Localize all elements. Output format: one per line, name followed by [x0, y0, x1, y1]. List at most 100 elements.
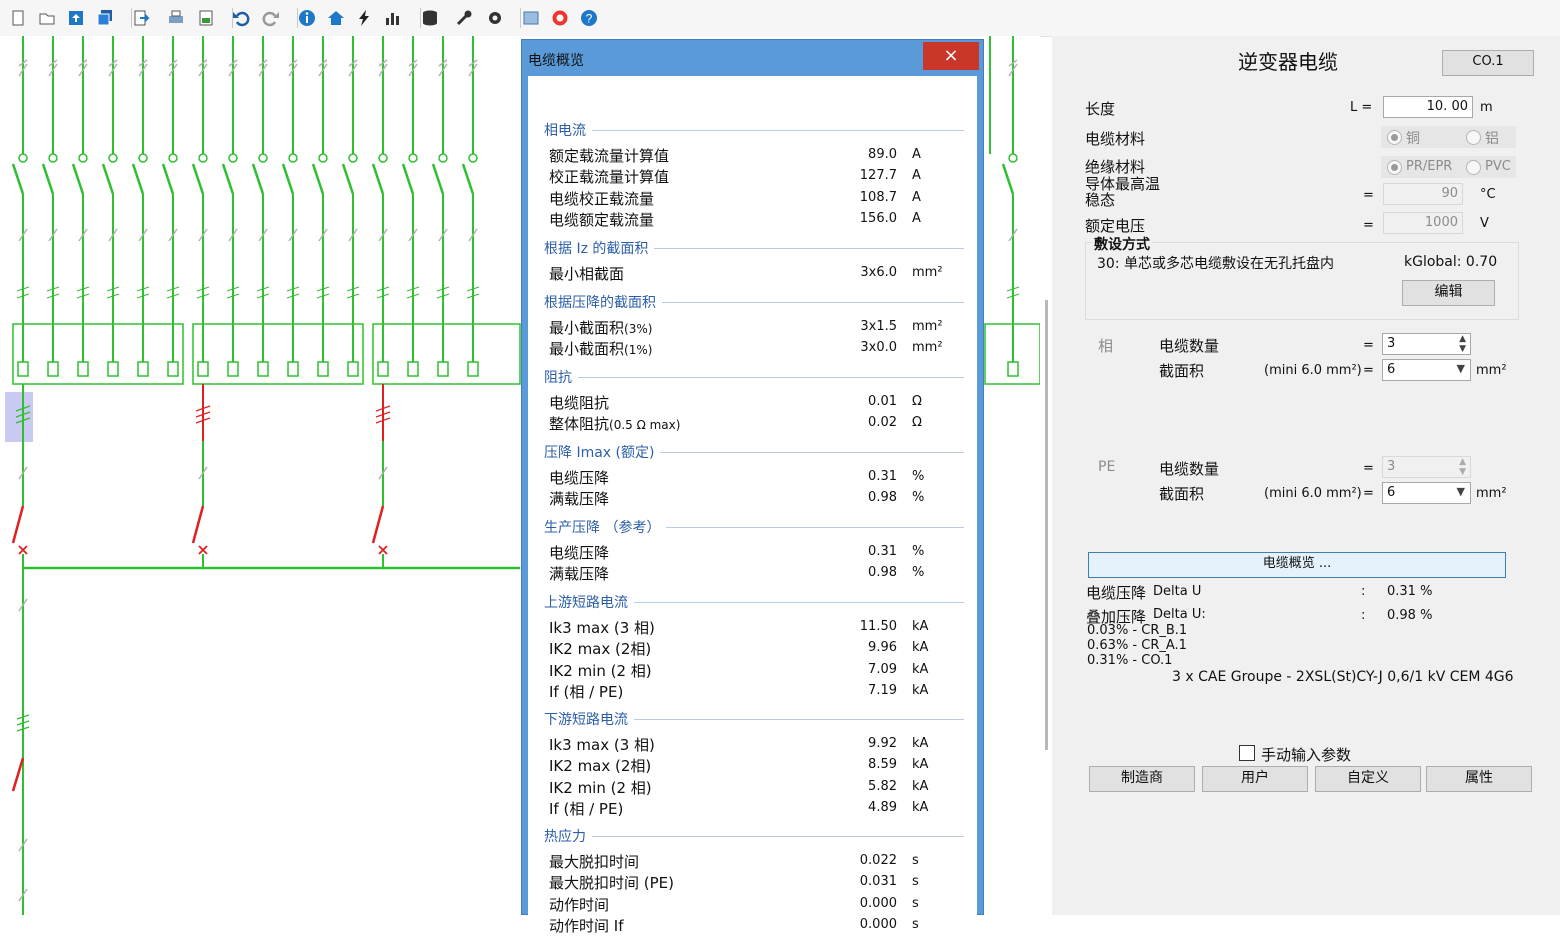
switch-contact	[48, 153, 58, 163]
manufacturer-button[interactable]: 制造商	[1089, 766, 1195, 792]
pr-epr-radio[interactable]	[1387, 160, 1402, 175]
custom-button[interactable]: 自定义	[1315, 766, 1421, 792]
open-folder-icon[interactable]	[37, 8, 57, 28]
rated-voltage-field[interactable]: 1000	[1383, 212, 1463, 234]
row-label-text: If (相 / PE)	[549, 799, 624, 818]
overview-row: 最大脱扣时间 (PE) 0.031 s	[549, 871, 969, 892]
row-label: 动作时间	[549, 894, 609, 915]
switch-blade	[191, 163, 205, 195]
terminal-box	[287, 361, 299, 377]
breaker-cross	[378, 545, 388, 555]
breaker-blade	[371, 505, 385, 544]
manual-input-checkbox[interactable]	[1239, 745, 1255, 761]
section-header: 下游短路电流	[544, 709, 964, 729]
row-unit: s	[912, 874, 919, 890]
pr-epr-label: PR/EPR	[1406, 159, 1453, 174]
row-label: 满载压降	[549, 563, 609, 584]
row-value: 0.031	[859, 874, 897, 890]
row-unit: s	[912, 853, 919, 868]
phase-area-unit: mm²	[1476, 363, 1507, 378]
row-unit: mm²	[912, 340, 943, 356]
save-all-icon[interactable]	[95, 8, 115, 28]
length-input[interactable]: 10. 00	[1383, 96, 1473, 118]
switch-contact	[108, 153, 118, 163]
stepper-arrows-icon[interactable]: ▲ ▼	[1459, 457, 1466, 477]
chevron-down-icon[interactable]: ▼	[1457, 362, 1465, 375]
section-title: 生产压降 （参考）	[544, 517, 667, 537]
pvc-radio[interactable]	[1466, 160, 1481, 175]
toolbar-separator	[420, 8, 421, 28]
row-unit: A	[912, 210, 921, 226]
row-unit: kA	[912, 640, 929, 656]
key-icon[interactable]	[455, 8, 475, 28]
stepper-arrows-icon[interactable]: ▲ ▼	[1459, 334, 1466, 354]
terminal-box	[167, 361, 179, 377]
row-label: Ik3 max (3 相)	[549, 617, 655, 638]
row-label: 最大脱扣时间 (PE)	[549, 872, 674, 893]
help-icon[interactable]: ?	[579, 8, 599, 28]
pe-count-stepper[interactable]: 3 ▲ ▼	[1382, 456, 1471, 478]
aluminium-radio[interactable]	[1466, 130, 1481, 145]
dialog-title: 电缆概览	[528, 53, 584, 69]
max-temp-field[interactable]: 90	[1383, 183, 1463, 205]
section-header: 根据 Iz 的截面积	[544, 238, 964, 258]
copper-radio[interactable]	[1387, 130, 1402, 145]
row-value: 4.89	[868, 799, 897, 815]
database-icon[interactable]	[420, 8, 440, 28]
steady-state-label: 稳态	[1085, 191, 1116, 209]
cable-description: 3 x CAE Groupe - 2XSL(St)CY-J 0,6/1 kV C…	[1172, 669, 1514, 685]
panel-enclosure	[12, 323, 184, 385]
cumulative-drop-colon: :	[1361, 608, 1366, 623]
schematic-scrollbar[interactable]	[1045, 300, 1048, 750]
upload-icon[interactable]	[66, 8, 86, 28]
close-button[interactable]: ×	[923, 42, 979, 70]
section-divider	[544, 836, 964, 837]
dialog-titlebar[interactable]: 电缆概览 ×	[522, 40, 983, 76]
cable-marker	[195, 405, 211, 424]
row-label-note: (3%)	[624, 322, 653, 336]
reference-button[interactable]: CO.1	[1442, 50, 1534, 76]
chevron-down-icon[interactable]: ▼	[1457, 485, 1465, 498]
section-header: 上游短路电流	[544, 592, 964, 612]
row-value: 0.000	[859, 916, 897, 932]
bar-chart-icon[interactable]	[383, 8, 403, 28]
overview-row: 满载压降 0.98%	[549, 562, 969, 583]
properties-button[interactable]: 属性	[1426, 766, 1532, 792]
row-label-text: IK2 min (2 相)	[549, 778, 652, 797]
length-unit: m	[1480, 100, 1493, 115]
row-label-text: 满载压降	[549, 490, 610, 509]
image-export-icon[interactable]	[196, 8, 216, 28]
new-file-icon[interactable]	[8, 8, 28, 28]
info-icon[interactable]	[297, 8, 317, 28]
phase-area-select[interactable]: 6 ▼	[1382, 359, 1471, 381]
user-button[interactable]: 用户	[1202, 766, 1308, 792]
grid-icon[interactable]	[521, 8, 541, 28]
rated-voltage-eq: =	[1363, 218, 1374, 233]
panel-enclosure	[192, 323, 364, 385]
export-icon[interactable]	[131, 8, 151, 28]
undo-icon[interactable]	[231, 8, 251, 28]
terminal-box	[347, 361, 359, 377]
phase-count-stepper[interactable]: 3 ▲ ▼	[1382, 333, 1471, 355]
pe-area-select[interactable]: 6 ▼	[1382, 482, 1471, 504]
max-temp-eq: =	[1363, 188, 1374, 203]
print-icon[interactable]	[166, 8, 186, 28]
row-unit: kA	[912, 619, 929, 634]
gear-icon[interactable]	[485, 8, 505, 28]
row-label-text: 最小截面积	[549, 319, 625, 337]
terminal-box	[47, 361, 59, 377]
row-value: 89.0	[868, 147, 897, 162]
redo-icon[interactable]	[261, 8, 281, 28]
row-unit: kA	[912, 736, 929, 751]
terminal-box	[137, 361, 149, 377]
row-label-text: 电缆压降	[549, 544, 610, 562]
lifebuoy-icon[interactable]	[550, 8, 570, 28]
edit-laying-button[interactable]: 编辑	[1402, 280, 1495, 306]
cable-overview-button[interactable]: 电缆概览 ...	[1088, 552, 1506, 578]
kglobal-value: kGlobal: 0.70	[1404, 254, 1498, 270]
row-label-text: IK2 max (2相)	[549, 640, 652, 659]
insulation-label: 绝缘材料	[1085, 158, 1146, 176]
row-label: If (相 / PE)	[549, 798, 623, 819]
home-icon[interactable]	[326, 8, 346, 28]
lightning-icon[interactable]	[354, 8, 374, 28]
